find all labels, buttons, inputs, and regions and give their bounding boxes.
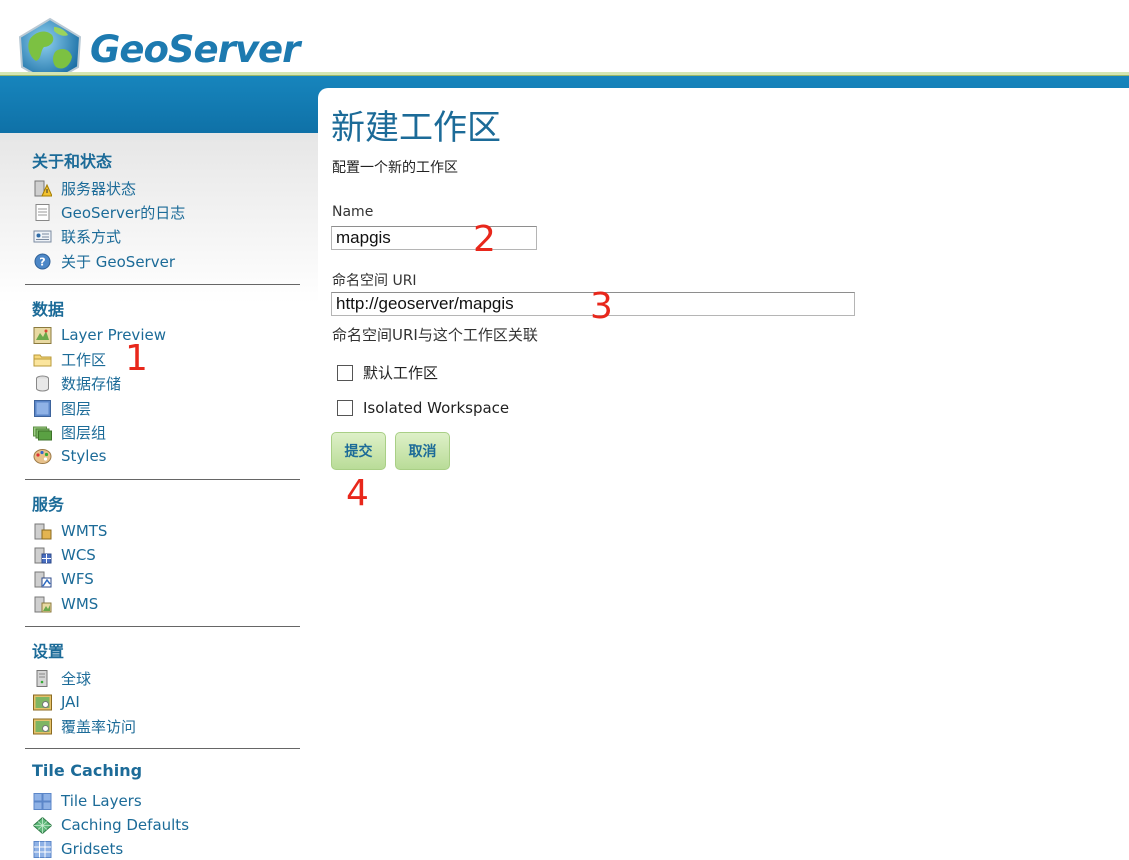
- sidebar-item-layer-groups[interactable]: 图层组: [33, 421, 106, 443]
- section-title-data: 数据: [32, 300, 65, 319]
- isolated-workspace-label: Isolated Workspace: [363, 399, 510, 417]
- coverage-access-icon: [33, 718, 52, 734]
- sidebar-item-label: 图层: [61, 399, 92, 418]
- sidebar-item-coverage-access[interactable]: 覆盖率访问: [33, 715, 136, 737]
- section-divider: [25, 479, 300, 480]
- sidebar-item-label: 服务器状态: [61, 179, 137, 198]
- jai-image-icon: [33, 694, 52, 710]
- server-status-icon: [34, 180, 52, 196]
- log-document-icon: [35, 203, 50, 221]
- geoserver-logo-text[interactable]: GeoServer: [90, 28, 300, 71]
- sidebar-item-label: Gridsets: [61, 840, 124, 858]
- cancel-button[interactable]: 取消: [395, 432, 450, 470]
- layer-icon: [34, 399, 51, 417]
- wmts-service-icon: [34, 523, 52, 539]
- layer-group-icon: [33, 426, 52, 440]
- sidebar-item-label: JAI: [61, 693, 80, 711]
- sidebar-item-label: WFS: [61, 570, 94, 588]
- sidebar-item-caching-defaults[interactable]: Caching Defaults: [33, 814, 189, 836]
- submit-button[interactable]: 提交: [331, 432, 386, 470]
- sidebar-item-label: 关于 GeoServer: [61, 252, 175, 271]
- page-title: 新建工作区: [331, 108, 501, 148]
- sidebar-item-layers[interactable]: 图层: [33, 397, 91, 419]
- sidebar-item-label: 图层组: [61, 423, 107, 442]
- sidebar-item-label: 覆盖率访问: [61, 717, 137, 736]
- section-title-settings: 设置: [32, 642, 65, 661]
- wfs-service-icon: [34, 571, 52, 587]
- sidebar-item-geoserver-log[interactable]: GeoServer的日志: [33, 201, 185, 223]
- caching-defaults-icon: [33, 816, 52, 834]
- sidebar-item-wmts[interactable]: WMTS: [33, 520, 107, 542]
- default-workspace-checkbox-row[interactable]: 默认工作区: [337, 362, 438, 383]
- namespace-uri-hint: 命名空间URI与这个工作区关联: [332, 326, 538, 344]
- annotation-marker-3: 3: [590, 286, 613, 327]
- sidebar-item-label: Caching Defaults: [61, 816, 190, 834]
- datastore-icon: [36, 375, 49, 391]
- sidebar-item-global[interactable]: 全球: [33, 667, 91, 689]
- sidebar-item-contact[interactable]: 联系方式: [33, 225, 121, 247]
- name-field-label: Name: [332, 204, 374, 220]
- folder-icon: [33, 354, 52, 366]
- name-input[interactable]: mapgis: [331, 226, 537, 250]
- annotation-marker-1: 1: [125, 338, 148, 379]
- section-divider: [25, 284, 300, 285]
- sidebar-item-wms[interactable]: WMS: [33, 593, 98, 615]
- sidebar-item-label: 数据存储: [61, 374, 122, 393]
- section-title-services: 服务: [32, 495, 65, 514]
- sidebar-item-tile-layers[interactable]: Tile Layers: [33, 790, 142, 812]
- sidebar-item-label: 联系方式: [61, 227, 122, 246]
- section-divider: [25, 626, 300, 627]
- annotation-marker-2: 2: [473, 219, 496, 260]
- sidebar-item-about-geoserver[interactable]: ? 关于 GeoServer: [33, 250, 175, 272]
- sidebar-item-wfs[interactable]: WFS: [33, 568, 94, 590]
- default-workspace-checkbox[interactable]: [337, 364, 353, 381]
- sidebar-item-label: Layer Preview: [61, 326, 166, 344]
- svg-text:?: ?: [39, 255, 45, 268]
- sidebar-item-jai[interactable]: JAI: [33, 691, 80, 713]
- sidebar-item-label: Styles: [61, 447, 107, 465]
- default-workspace-label: 默认工作区: [363, 364, 439, 382]
- annotation-marker-4: 4: [346, 473, 369, 514]
- sidebar-item-label: 工作区: [61, 350, 107, 369]
- sidebar-item-workspaces[interactable]: 工作区: [33, 348, 106, 370]
- namespace-uri-field-label: 命名空间 URI: [332, 273, 417, 289]
- sidebar-item-gridsets[interactable]: Gridsets: [33, 838, 123, 860]
- layer-preview-icon: [33, 326, 52, 344]
- sidebar-item-label: WCS: [61, 546, 96, 564]
- section-title-about-status: 关于和状态: [32, 152, 113, 171]
- isolated-workspace-checkbox[interactable]: [337, 400, 353, 416]
- section-divider: [25, 748, 300, 749]
- sidebar-item-styles[interactable]: Styles: [33, 445, 107, 467]
- wcs-service-icon: [34, 547, 52, 563]
- section-title-tile-caching: Tile Caching: [32, 761, 143, 780]
- sidebar-item-label: WMS: [61, 595, 99, 613]
- sidebar-item-label: WMTS: [61, 522, 108, 540]
- gridsets-icon: [33, 840, 52, 858]
- sidebar-item-wcs[interactable]: WCS: [33, 544, 96, 566]
- sidebar-item-label: 全球: [61, 669, 92, 688]
- global-server-icon: [36, 669, 48, 687]
- sidebar-item-server-status[interactable]: 服务器状态: [33, 177, 136, 199]
- tile-layers-icon: [33, 792, 52, 810]
- about-help-icon: ?: [34, 253, 51, 269]
- sidebar-item-datastores[interactable]: 数据存储: [33, 372, 121, 394]
- wms-service-icon: [34, 596, 52, 612]
- header: GeoServer: [0, 0, 1129, 85]
- sidebar-item-label: Tile Layers: [61, 792, 142, 810]
- page-subtitle: 配置一个新的工作区: [332, 160, 458, 176]
- isolated-workspace-checkbox-row[interactable]: Isolated Workspace: [337, 399, 509, 417]
- styles-palette-icon: [33, 448, 52, 464]
- sidebar-item-label: GeoServer的日志: [61, 203, 186, 222]
- contact-card-icon: [33, 230, 52, 242]
